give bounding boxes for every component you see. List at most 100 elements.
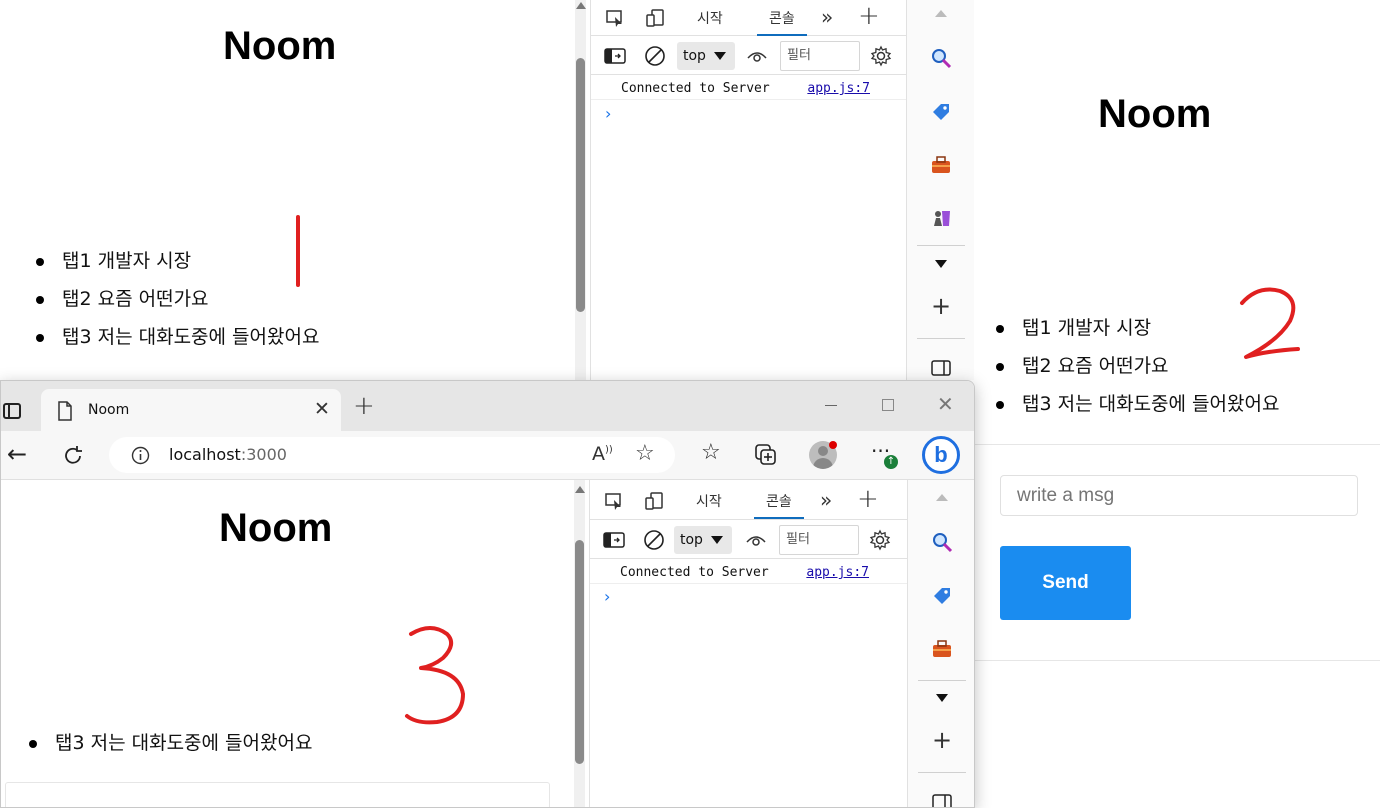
toolbox-icon[interactable] xyxy=(929,153,953,177)
clear-console-icon[interactable] xyxy=(643,44,667,68)
log-message: Connected to Server xyxy=(620,565,769,580)
chevron-down-icon[interactable] xyxy=(936,694,948,702)
divider xyxy=(917,245,965,246)
back-icon[interactable]: ← xyxy=(7,440,27,468)
url-port: :3000 xyxy=(240,445,287,464)
favorite-add-icon[interactable]: ☆ xyxy=(635,441,655,466)
tag-icon[interactable] xyxy=(930,584,954,608)
info-icon[interactable] xyxy=(131,446,150,465)
device-toggle-icon[interactable] xyxy=(642,489,666,513)
message-list: 탭1 개발자 시장 탭2 요즘 어떤가요 탭3 저는 대화도중에 들어왔어요 xyxy=(36,242,319,356)
console-log-row: Connected to Server app.js:7 xyxy=(591,76,906,100)
console-toolbar: top 필터 xyxy=(590,521,907,559)
list-item: 탭1 개발자 시장 xyxy=(36,242,319,280)
eye-icon[interactable] xyxy=(744,528,768,552)
edge-sidebar: + xyxy=(907,480,974,807)
devtools-tabs: 시작 콘솔 » + xyxy=(590,480,907,520)
address-bar[interactable]: localhost:3000 A)) ☆ xyxy=(109,437,675,473)
more-tabs-icon[interactable]: » xyxy=(821,5,833,29)
gear-icon[interactable] xyxy=(869,44,893,68)
panel-toggle-icon[interactable] xyxy=(930,790,954,807)
tab-console[interactable]: 콘솔 xyxy=(754,491,804,519)
minimize-button[interactable] xyxy=(825,405,837,406)
clear-console-icon[interactable] xyxy=(642,528,666,552)
divider xyxy=(918,680,966,681)
devtools-tabs: 시작 콘솔 » + xyxy=(591,0,906,36)
browser-tab[interactable]: Noom ✕ xyxy=(41,389,341,431)
page-title: Noom xyxy=(219,506,333,550)
devtools-panel: 시작 콘솔 » + top 필터 Connected to Server app… xyxy=(589,480,907,807)
log-source-link[interactable]: app.js:7 xyxy=(806,565,869,580)
read-aloud-icon[interactable]: A)) xyxy=(592,443,613,465)
scroll-thumb[interactable] xyxy=(575,540,584,764)
add-icon[interactable]: + xyxy=(932,726,952,754)
tag-icon[interactable] xyxy=(929,100,953,124)
chess-icon[interactable] xyxy=(929,206,953,230)
context-select[interactable]: top xyxy=(677,42,735,70)
add-tab-icon[interactable]: + xyxy=(857,484,879,514)
tab-console[interactable]: 콘솔 xyxy=(757,8,807,36)
new-tab-icon[interactable]: + xyxy=(353,391,375,421)
divider xyxy=(975,660,1380,661)
log-message: Connected to Server xyxy=(621,81,770,96)
notification-dot xyxy=(829,441,837,449)
device-toggle-icon[interactable] xyxy=(643,6,667,30)
gear-icon[interactable] xyxy=(868,528,892,552)
filter-input[interactable]: 필터 xyxy=(780,41,860,71)
filter-input[interactable]: 필터 xyxy=(779,525,859,555)
message-input[interactable]: write a msg xyxy=(1000,475,1358,516)
tab-actions-icon[interactable] xyxy=(3,403,21,419)
collections-icon[interactable] xyxy=(754,443,778,467)
annotation-1 xyxy=(296,215,300,287)
tab-title: Noom xyxy=(88,402,130,418)
console-prompt[interactable]: › xyxy=(604,587,610,606)
close-icon[interactable]: ✕ xyxy=(314,398,330,420)
chevron-down-icon xyxy=(710,536,723,544)
browser-window: Noom ✕ + ✕ ← localhost:3000 A)) ☆ ☆ ··· … xyxy=(0,380,975,808)
devtools-panel: 시작 콘솔 » + top 필터 Connected to Server app… xyxy=(590,0,906,380)
console-toolbar: top 필터 xyxy=(591,37,906,75)
close-window-button[interactable]: ✕ xyxy=(937,392,954,416)
scroll-up-arrow[interactable] xyxy=(935,10,947,17)
sidebar-toggle-icon[interactable] xyxy=(603,44,627,68)
log-source-link[interactable]: app.js:7 xyxy=(807,81,870,96)
form-box xyxy=(5,782,550,807)
list-item: 탭2 요즘 어떤가요 xyxy=(36,280,319,318)
scrollbar[interactable] xyxy=(574,480,585,807)
scroll-up-arrow[interactable] xyxy=(936,494,948,501)
scroll-up-arrow[interactable] xyxy=(576,2,586,9)
tab-welcome[interactable]: 시작 xyxy=(696,491,722,511)
inspect-icon[interactable] xyxy=(603,6,627,30)
favorites-icon[interactable]: ☆ xyxy=(701,440,721,465)
eye-icon[interactable] xyxy=(745,44,769,68)
scrollbar[interactable] xyxy=(575,0,586,380)
panel-toggle-icon[interactable] xyxy=(929,356,953,380)
annotation-3 xyxy=(405,626,465,725)
search-icon[interactable] xyxy=(929,46,953,70)
bing-chat-icon[interactable]: b xyxy=(922,436,960,474)
inspect-icon[interactable] xyxy=(602,489,626,513)
scroll-up-arrow[interactable] xyxy=(575,486,585,493)
sidebar-toggle-icon[interactable] xyxy=(602,528,626,552)
divider xyxy=(918,772,966,773)
add-tab-icon[interactable]: + xyxy=(858,1,880,31)
send-button[interactable]: Send xyxy=(1000,546,1131,620)
chevron-down-icon[interactable] xyxy=(935,260,947,268)
search-icon[interactable] xyxy=(930,530,954,554)
refresh-icon[interactable] xyxy=(62,445,84,467)
update-badge-icon: ↑ xyxy=(884,455,898,469)
toolbox-icon[interactable] xyxy=(930,637,954,661)
add-icon[interactable]: + xyxy=(931,292,951,320)
console-log-row: Connected to Server app.js:7 xyxy=(590,560,907,584)
maximize-button[interactable] xyxy=(882,399,894,411)
window-content: Noom 탭3 저는 대화도중에 들어왔어요 시작 콘솔 » + top 필터 … xyxy=(1,480,974,807)
scroll-thumb[interactable] xyxy=(576,58,585,312)
context-select[interactable]: top xyxy=(674,526,732,554)
list-item: 탭3 저는 대화도중에 들어왔어요 xyxy=(29,724,312,762)
url-host: localhost xyxy=(169,445,241,464)
more-tabs-icon[interactable]: » xyxy=(820,488,832,512)
tab-welcome[interactable]: 시작 xyxy=(697,8,723,28)
console-prompt[interactable]: › xyxy=(605,104,611,123)
message-list: 탭3 저는 대화도중에 들어왔어요 xyxy=(29,724,312,762)
divider xyxy=(917,338,965,339)
